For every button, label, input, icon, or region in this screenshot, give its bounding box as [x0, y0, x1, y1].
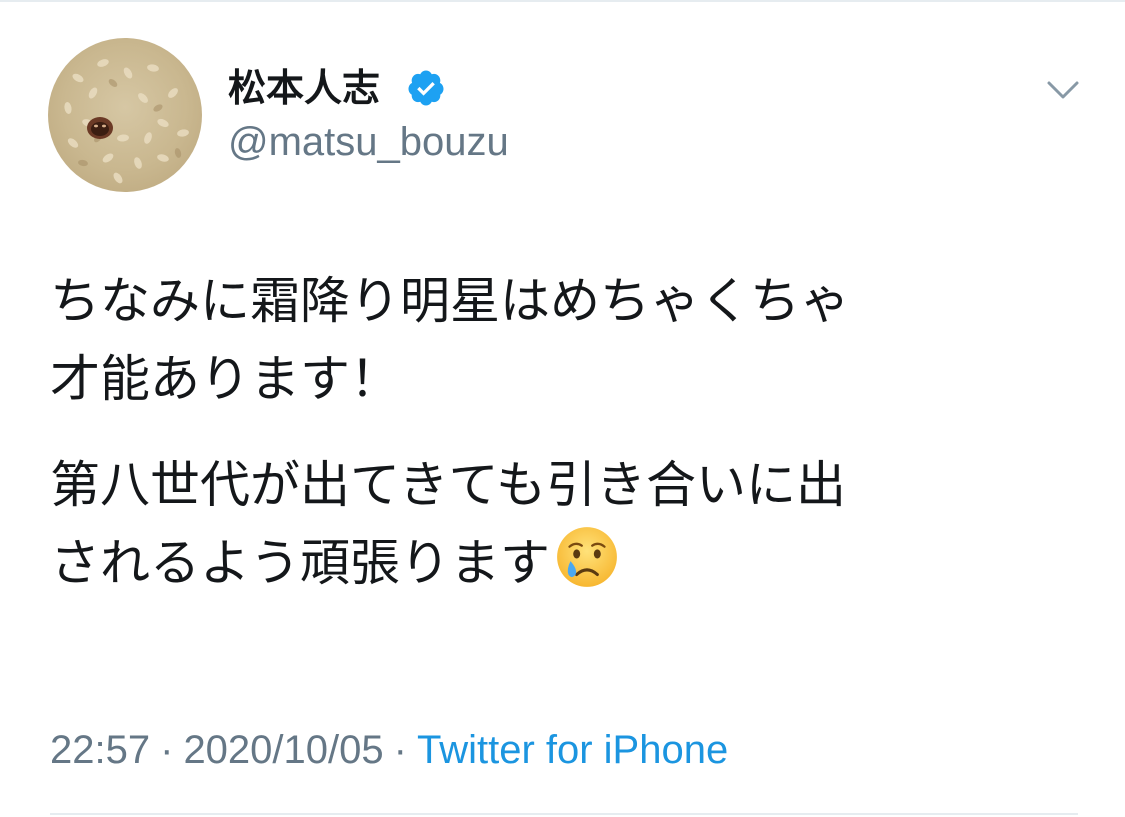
tweet-paragraph: 第八世代が出てきても引き合いに出 されるよう頑張ります [50, 446, 1050, 602]
tweet-text: ちなみに霜降り明星はめちゃくちゃ 才能あります！ 第八世代が出てきても引き合いに… [50, 262, 1050, 602]
verified-badge-icon [408, 70, 444, 106]
tweet-line: されるよう頑張ります [50, 534, 550, 592]
tweet-time[interactable]: 22:57 [50, 728, 150, 772]
meta-separator: · [393, 728, 407, 772]
crying-face-icon [557, 527, 617, 587]
tweet-date[interactable]: 2020/10/05 [183, 728, 383, 772]
tweet-paragraph: ちなみに霜降り明星はめちゃくちゃ 才能あります！ [50, 262, 1050, 418]
top-divider [0, 0, 1125, 2]
avatar[interactable] [48, 38, 202, 192]
username-handle[interactable]: @matsu_bouzu [228, 117, 509, 167]
avatar-image [64, 59, 189, 184]
tweet-source-link[interactable]: Twitter for iPhone [417, 728, 728, 772]
chevron-down-icon[interactable] [1043, 74, 1083, 106]
tweet-metadata: 22:57 · 2020/10/05 · Twitter for iPhone [50, 723, 728, 777]
bottom-divider [50, 813, 1078, 815]
tweet-line: ちなみに霜降り明星はめちゃくちゃ [50, 272, 850, 330]
display-name[interactable]: 松本人志 [228, 60, 380, 116]
tweet-line: 第八世代が出てきても引き合いに出 [50, 456, 846, 514]
tweet-line: 才能あります！ [50, 350, 400, 408]
meta-separator: · [160, 728, 174, 772]
